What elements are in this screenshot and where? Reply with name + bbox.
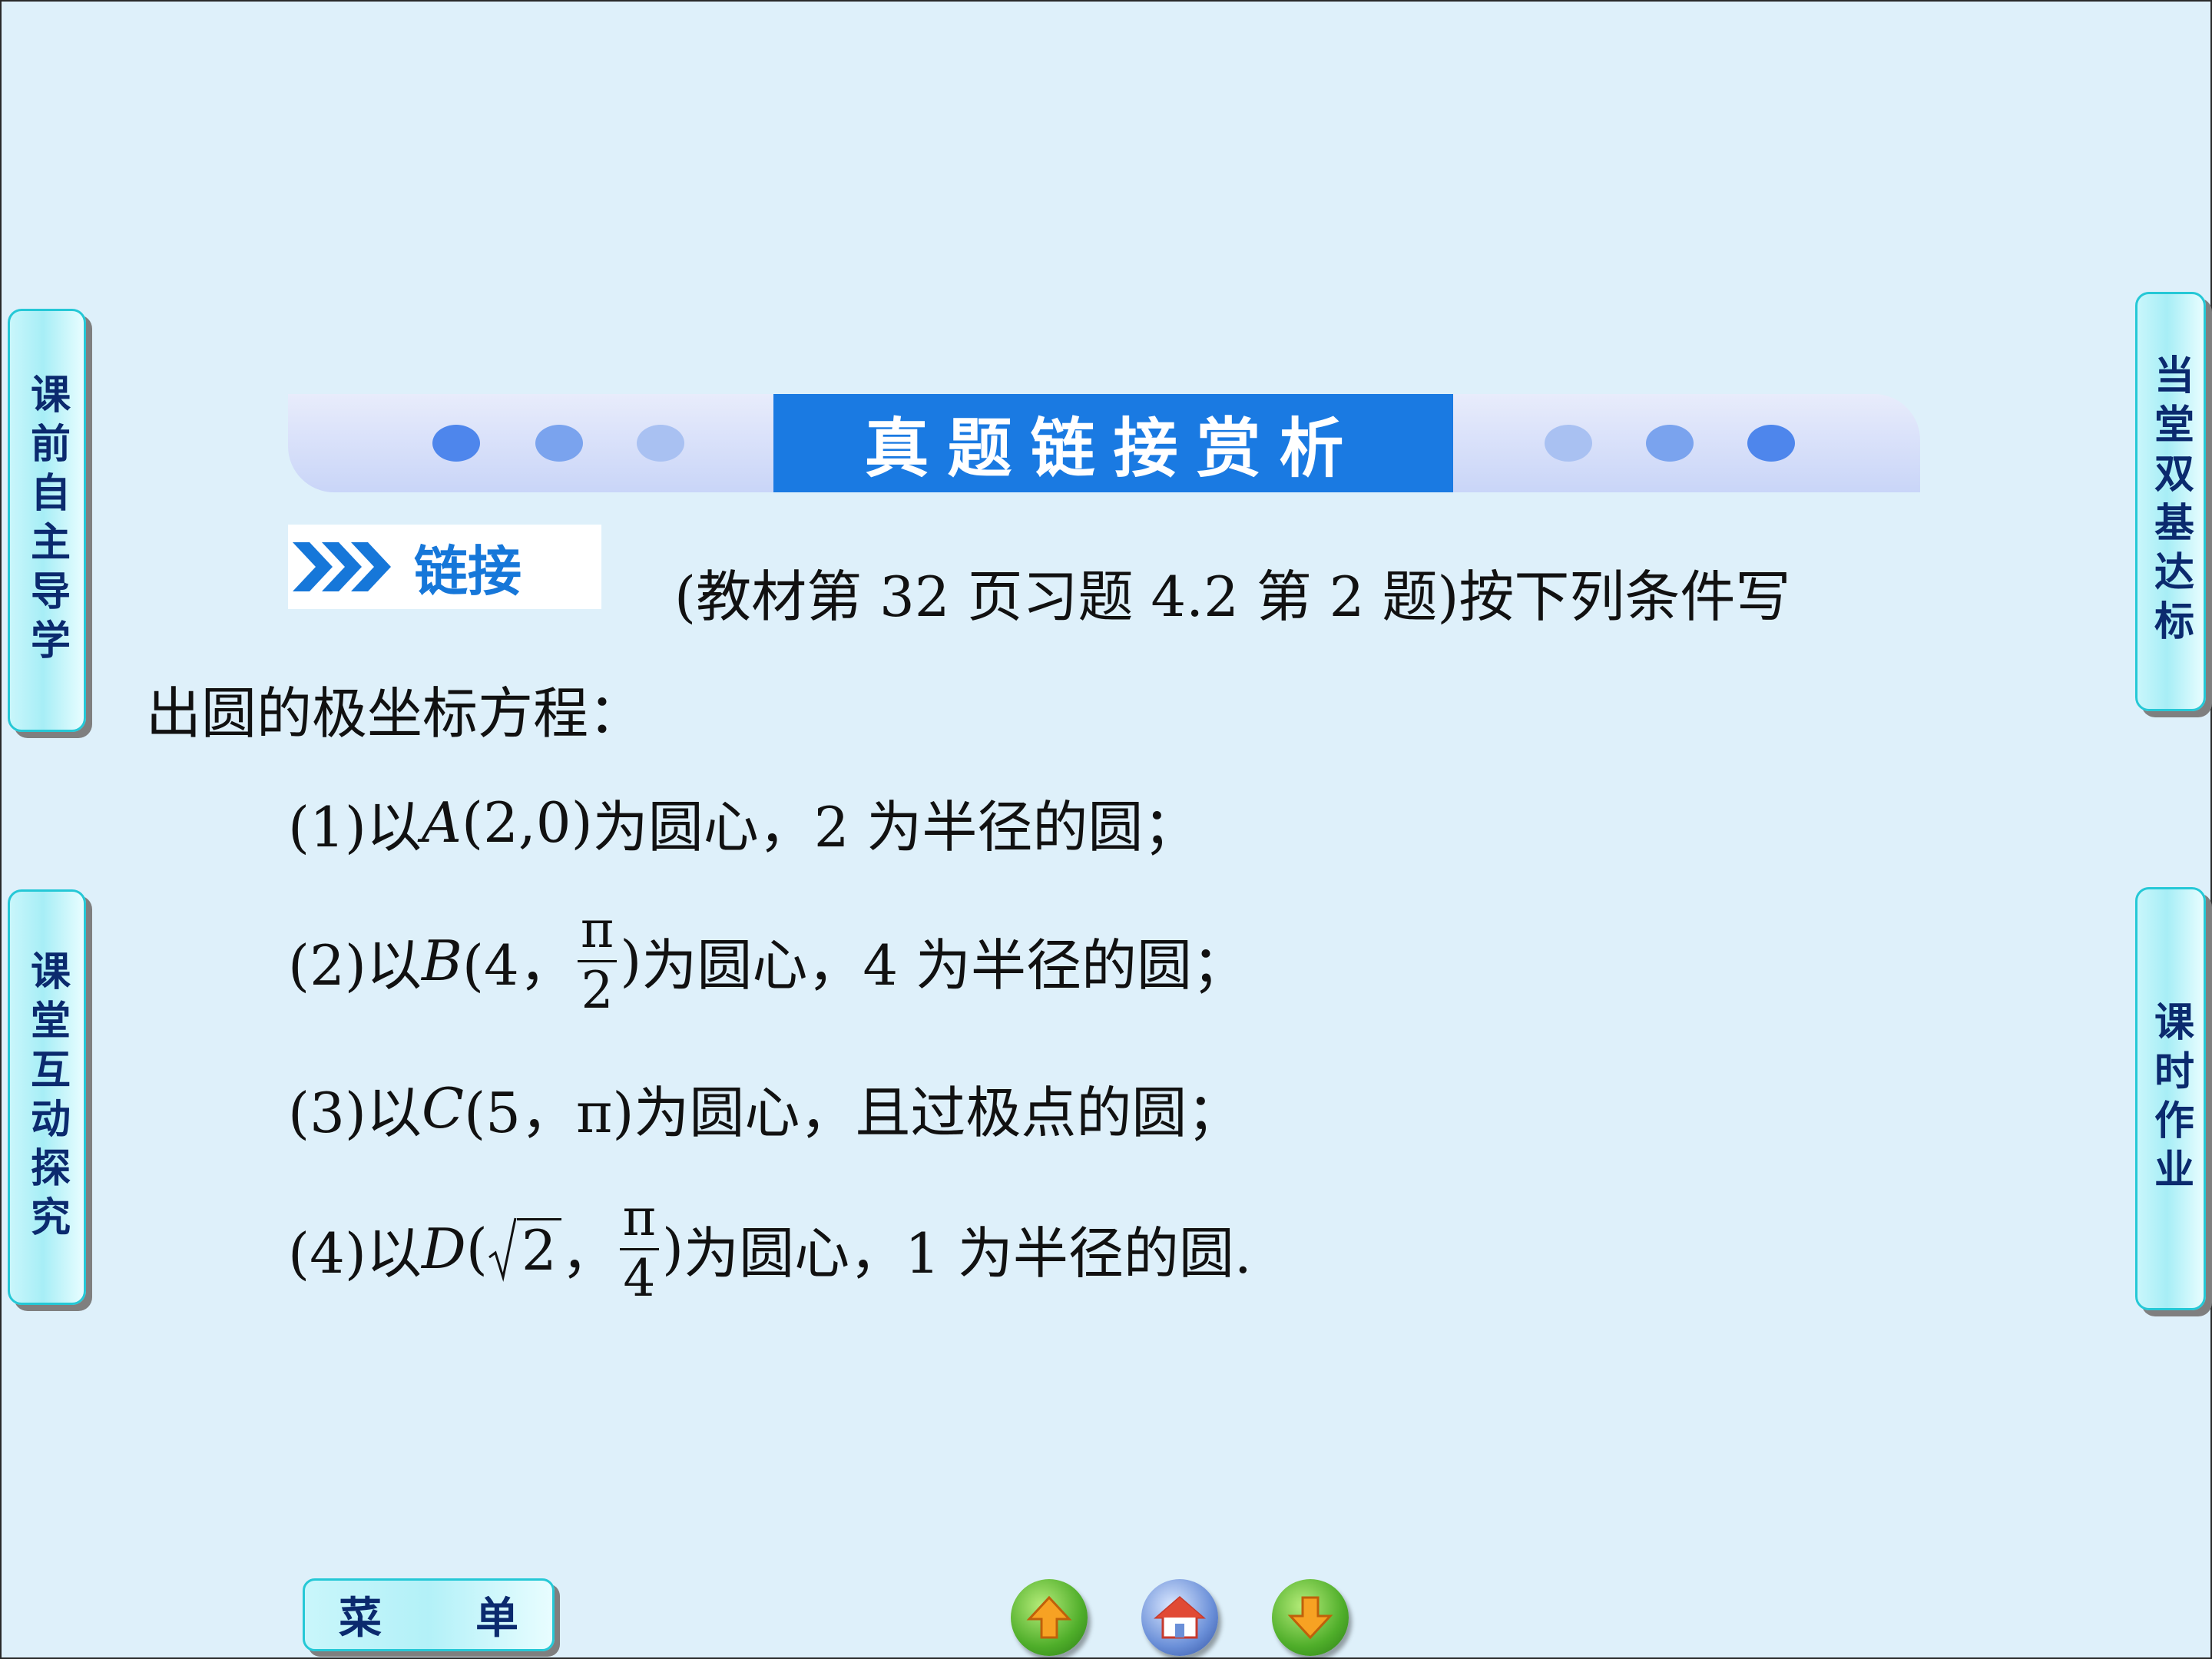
point-coords: (5，π) xyxy=(464,1081,634,1145)
condition-prefix: (3)以 xyxy=(288,1081,422,1145)
fraction-denominator: 4 xyxy=(623,1249,656,1308)
condition-rest: 为圆心，2 为半径的圆； xyxy=(592,795,1199,859)
point-label: D xyxy=(422,1216,466,1281)
decor-dot-icon xyxy=(432,425,480,462)
fraction-numerator: π xyxy=(577,905,618,962)
problem-line-1: (教材第 32 页习题 4.2 第 2 题)按下列条件写 xyxy=(674,551,1790,632)
condition-rest: 为圆心，且过极点的圆； xyxy=(634,1081,1243,1145)
up-arrow-icon xyxy=(1026,1595,1072,1639)
condition-rest: 为圆心，4 为半径的圆； xyxy=(641,933,1248,998)
separator: ， xyxy=(561,1221,617,1286)
fraction: π 2 xyxy=(577,905,618,1020)
menu-button-label: 菜 xyxy=(339,1594,382,1644)
menu-button[interactable]: 菜 单 xyxy=(303,1578,555,1651)
radicand: 2 xyxy=(516,1218,561,1281)
fraction-numerator: π xyxy=(619,1193,660,1250)
nav-tab-label: 课堂互动探究 xyxy=(23,949,70,1245)
link-tag: 链接 xyxy=(288,525,601,609)
point-label: A xyxy=(422,790,462,855)
decor-dot-icon xyxy=(1545,425,1592,462)
point-coords: ( xyxy=(465,1216,488,1281)
section-banner: 真题链接赏析 xyxy=(288,394,1920,492)
radical-sign-icon xyxy=(488,1217,517,1282)
condition-rest: 为圆心，1 为半径的圆. xyxy=(684,1221,1252,1286)
problem-line-2: 出圆的极坐标方程： xyxy=(146,668,644,749)
decor-dot-icon xyxy=(637,425,684,462)
menu-button-label: 单 xyxy=(475,1594,518,1644)
point-coords: ) xyxy=(620,928,642,993)
condition-prefix: (2)以 xyxy=(288,933,422,998)
point-label: B xyxy=(422,928,462,993)
condition-2: (2)以 B (4， π 2 ) 为圆心，4 为半径的圆； xyxy=(288,905,1247,1016)
triple-chevron-icon xyxy=(293,542,391,591)
nav-tab-class-interaction[interactable]: 课堂互动探究 xyxy=(8,889,86,1305)
banner-title: 真题链接赏析 xyxy=(864,410,1363,486)
nav-tab-label: 课前自主导学 xyxy=(23,373,70,668)
home-button[interactable] xyxy=(1141,1579,1218,1656)
nav-tab-homework[interactable]: 课时作业 xyxy=(2135,887,2206,1310)
nav-tab-basic-skills[interactable]: 当堂双基达标 xyxy=(2135,292,2206,711)
home-icon xyxy=(1154,1596,1206,1639)
point-label: C xyxy=(422,1075,465,1141)
condition-4: (4)以 D ( 2 ， π 4 ) 为圆心，1 为半径的圆. xyxy=(288,1193,1252,1304)
previous-page-button[interactable] xyxy=(1011,1579,1088,1656)
next-page-button[interactable] xyxy=(1272,1579,1349,1656)
square-root: 2 xyxy=(488,1216,561,1282)
nav-tab-pre-class-study[interactable]: 课前自主导学 xyxy=(8,309,86,732)
link-tag-label: 链接 xyxy=(414,539,522,603)
decor-dot-icon xyxy=(535,425,583,462)
fraction: π 4 xyxy=(619,1193,660,1308)
banner-title-box: 真题链接赏析 xyxy=(773,394,1453,492)
problem-text: 出圆的极坐标方程： xyxy=(146,681,644,746)
condition-prefix: (4)以 xyxy=(288,1221,422,1286)
point-coords: (2,0) xyxy=(462,790,593,855)
nav-tab-label: 课时作业 xyxy=(2147,1000,2194,1197)
problem-text: (教材第 32 页习题 4.2 第 2 题)按下列条件写 xyxy=(674,565,1791,629)
condition-1: (1)以 A (2,0) 为圆心，2 为半径的圆； xyxy=(288,782,1198,863)
fraction-denominator: 2 xyxy=(581,961,614,1020)
point-coords: (4， xyxy=(462,933,575,998)
condition-3: (3)以 C (5，π) 为圆心，且过极点的圆； xyxy=(288,1068,1242,1148)
decor-dot-icon xyxy=(1646,425,1694,462)
point-coords: ) xyxy=(662,1216,684,1281)
decor-dot-icon xyxy=(1747,425,1795,462)
condition-prefix: (1)以 xyxy=(288,795,422,859)
down-arrow-icon xyxy=(1287,1596,1333,1640)
nav-tab-label: 当堂双基达标 xyxy=(2147,354,2194,649)
